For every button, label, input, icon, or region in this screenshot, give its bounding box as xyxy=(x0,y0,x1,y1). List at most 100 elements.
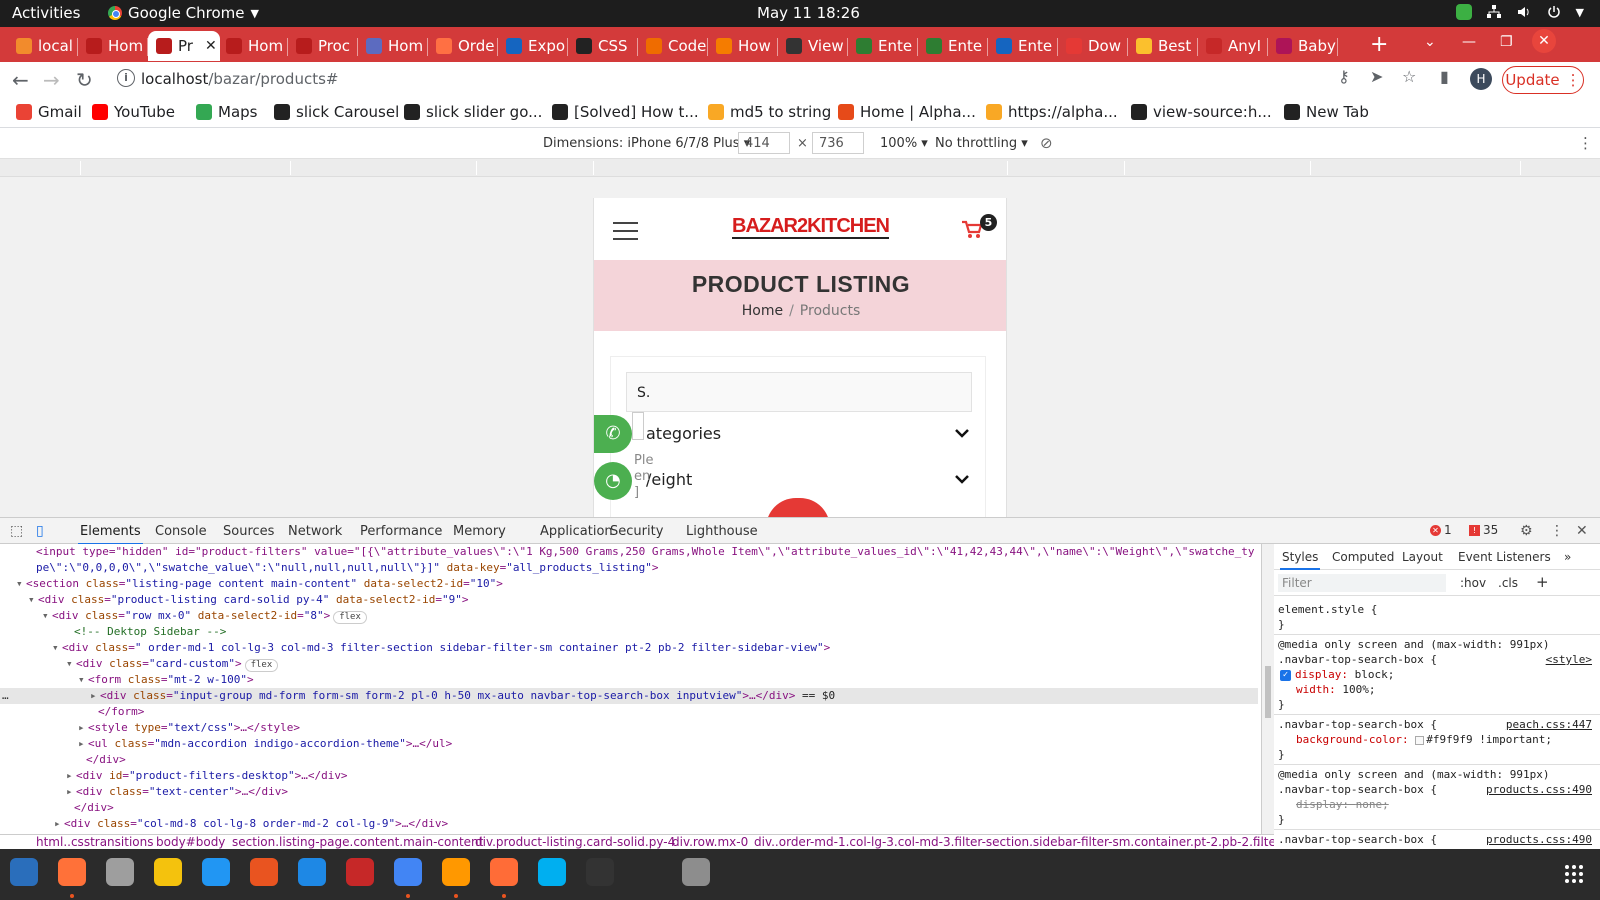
device-select[interactable]: Dimensions: iPhone 6/7/8 Plus ▾ xyxy=(543,136,750,151)
forward-arrow-icon[interactable]: → xyxy=(43,68,60,92)
collapsed-triangle-icon[interactable]: ▸ xyxy=(54,816,64,832)
omnibox[interactable]: i localhost/bazar/products# xyxy=(111,65,1584,95)
network-icon[interactable] xyxy=(1486,4,1502,20)
devtools-tab-sources[interactable]: Sources xyxy=(223,524,274,539)
styles-tab-1[interactable]: Computed xyxy=(1332,550,1394,564)
bookmark-5[interactable]: [Solved] How t... xyxy=(552,103,699,121)
height-input[interactable]: 736 xyxy=(812,132,864,154)
dom-breadcrumb-item[interactable]: div..order-md-1.col-lg-3.col-md-3.filter… xyxy=(754,835,1274,849)
tab-16[interactable]: Best xyxy=(1128,31,1198,61)
power-icon[interactable] xyxy=(1546,4,1562,20)
writer-icon[interactable] xyxy=(202,858,230,886)
skype-icon[interactable] xyxy=(538,858,566,886)
styles-tab-3[interactable]: Event Listeners xyxy=(1458,550,1551,564)
dom-node-line[interactable]: <input type="hidden" id="product-filters… xyxy=(0,544,1255,560)
device-toggle-icon[interactable]: ▯ xyxy=(36,523,44,539)
style-selector[interactable]: } xyxy=(1278,747,1596,762)
dom-breadcrumb-item[interactable]: html..csstransitions xyxy=(36,835,154,849)
bookmark-2[interactable]: Maps xyxy=(196,103,257,121)
throttle-select[interactable]: No throttling ▾ xyxy=(935,136,1028,151)
new-rule-icon[interactable]: + xyxy=(1536,573,1549,591)
warning-count-badge[interactable]: ! 35 xyxy=(1469,523,1498,537)
whatsapp-button[interactable]: ◔ xyxy=(594,462,632,500)
dom-node-line[interactable]: ▸ <style type="text/css">…</style> xyxy=(0,720,300,736)
expanded-triangle-icon[interactable]: ▾ xyxy=(42,608,52,624)
dom-node-line[interactable]: pe\":\"0,0,0,0\",\"swatche_value\":\"nul… xyxy=(0,560,659,576)
activities-button[interactable]: Activities xyxy=(12,4,80,22)
collapsed-triangle-icon[interactable]: ▸ xyxy=(66,768,76,784)
styles-tab-2[interactable]: Layout xyxy=(1402,550,1443,564)
style-selector[interactable]: .navbar-top-search-box {<style> xyxy=(1278,652,1596,667)
files-icon[interactable] xyxy=(106,858,134,886)
close-window-icon[interactable]: ✕ xyxy=(1532,29,1556,53)
style-declaration[interactable]: background-color: #f9f9f9 !important; xyxy=(1278,732,1596,747)
tab-4[interactable]: Proc xyxy=(288,31,358,61)
bookmark-3[interactable]: slick Carousel xyxy=(274,103,399,121)
error-count-badge[interactable]: ✕ 1 xyxy=(1430,523,1452,537)
tab-6[interactable]: Orde xyxy=(428,31,498,61)
collapsed-triangle-icon[interactable]: ▸ xyxy=(90,688,100,704)
tab-15[interactable]: Dow xyxy=(1058,31,1128,61)
media-query-ruler[interactable] xyxy=(0,159,1600,177)
dom-breadcrumb-item[interactable]: div.product-listing.card-solid.py-4 xyxy=(475,835,675,849)
tab-10[interactable]: How xyxy=(708,31,778,61)
tab-5[interactable]: Hom xyxy=(358,31,428,61)
tab-8[interactable]: CSS xyxy=(568,31,638,61)
update-notifier-icon[interactable] xyxy=(1455,4,1472,20)
width-input[interactable]: 414 xyxy=(738,132,790,154)
firefox-icon[interactable] xyxy=(58,858,86,886)
dom-node-line[interactable]: ▾ <div class="product-listing card-solid … xyxy=(0,592,469,608)
rotate-icon[interactable]: ⊘ xyxy=(1040,134,1053,152)
bookmark-8[interactable]: https://alpha... xyxy=(986,103,1118,121)
style-source-link[interactable]: products.css:490 xyxy=(1486,782,1592,797)
collapsed-triangle-icon[interactable]: ▸ xyxy=(78,720,88,736)
style-selector[interactable]: .navbar-top-search-box {peach.css:447 xyxy=(1278,717,1596,732)
devtools-tab-elements[interactable]: Elements xyxy=(78,524,143,545)
more-options-icon[interactable]: ⋮ xyxy=(1550,523,1564,539)
expanded-triangle-icon[interactable]: ▾ xyxy=(66,656,76,672)
dom-node-line[interactable]: ▸ <ul class="mdn-accordion indigo-accordi… xyxy=(0,736,452,752)
back-arrow-icon[interactable]: ← xyxy=(12,68,29,92)
tab-18[interactable]: Baby xyxy=(1268,31,1338,61)
tab-2[interactable]: Pr ✕ xyxy=(148,31,220,61)
color-swatch[interactable] xyxy=(1415,735,1425,745)
filezilla-icon[interactable] xyxy=(346,858,374,886)
collapsed-triangle-icon[interactable]: ▸ xyxy=(66,784,76,800)
tab-17[interactable]: AnyI xyxy=(1198,31,1268,61)
side-panel-icon[interactable]: ▮ xyxy=(1440,67,1449,86)
tab-3[interactable]: Hom xyxy=(218,31,288,61)
chevron-down-icon[interactable]: ▼ xyxy=(1576,6,1584,19)
dom-node-line[interactable]: ▾ <form class="mt-2 w-100"> xyxy=(0,672,254,688)
breadcrumb-home-link[interactable]: Home xyxy=(742,303,783,319)
flex-badge[interactable]: flex xyxy=(333,611,367,624)
dom-node-line[interactable]: ▾ <div class=" order-md-1 col-lg-3 col-md… xyxy=(0,640,830,656)
profile-avatar[interactable]: H xyxy=(1470,68,1492,90)
tab-7[interactable]: Expo xyxy=(498,31,568,61)
bookmark-0[interactable]: Gmail xyxy=(16,103,82,121)
send-icon[interactable]: ➤ xyxy=(1370,67,1383,86)
bookmark-6[interactable]: md5 to string xyxy=(708,103,831,121)
tab-11[interactable]: View xyxy=(778,31,848,61)
style-selector[interactable]: element.style { xyxy=(1278,602,1596,617)
tab-14[interactable]: Ente xyxy=(988,31,1058,61)
gear-icon[interactable]: ⚙ xyxy=(1520,523,1533,539)
devtools-tab-lighthouse[interactable]: Lighthouse xyxy=(686,524,758,539)
rhythmbox-icon[interactable] xyxy=(154,858,182,886)
clock[interactable]: May 11 18:26 xyxy=(757,4,860,22)
expanded-triangle-icon[interactable]: ▾ xyxy=(16,576,26,592)
dom-node-line[interactable]: ▾ <section class = "listing-page content ma… xyxy=(0,576,503,592)
tab-12[interactable]: Ente xyxy=(848,31,918,61)
archive-icon[interactable] xyxy=(682,858,710,886)
style-source-link[interactable]: peach.css:447 xyxy=(1506,717,1592,732)
devtools-tab-network[interactable]: Network xyxy=(288,524,342,539)
scrollbar-thumb[interactable] xyxy=(1265,666,1271,718)
tab-search-icon[interactable]: ⌄ xyxy=(1424,34,1436,50)
dom-node-line[interactable]: </div> xyxy=(0,800,114,816)
styles-filter-input[interactable]: Filter xyxy=(1278,574,1446,592)
expanded-triangle-icon[interactable]: ▾ xyxy=(52,640,62,656)
bookmark-1[interactable]: YouTube xyxy=(92,103,175,121)
style-selector[interactable]: } xyxy=(1278,617,1596,632)
style-declaration[interactable]: ✓ display: block; xyxy=(1278,667,1596,682)
dom-node-line[interactable]: </div> xyxy=(0,752,126,768)
cls-toggle[interactable]: .cls xyxy=(1498,576,1518,590)
